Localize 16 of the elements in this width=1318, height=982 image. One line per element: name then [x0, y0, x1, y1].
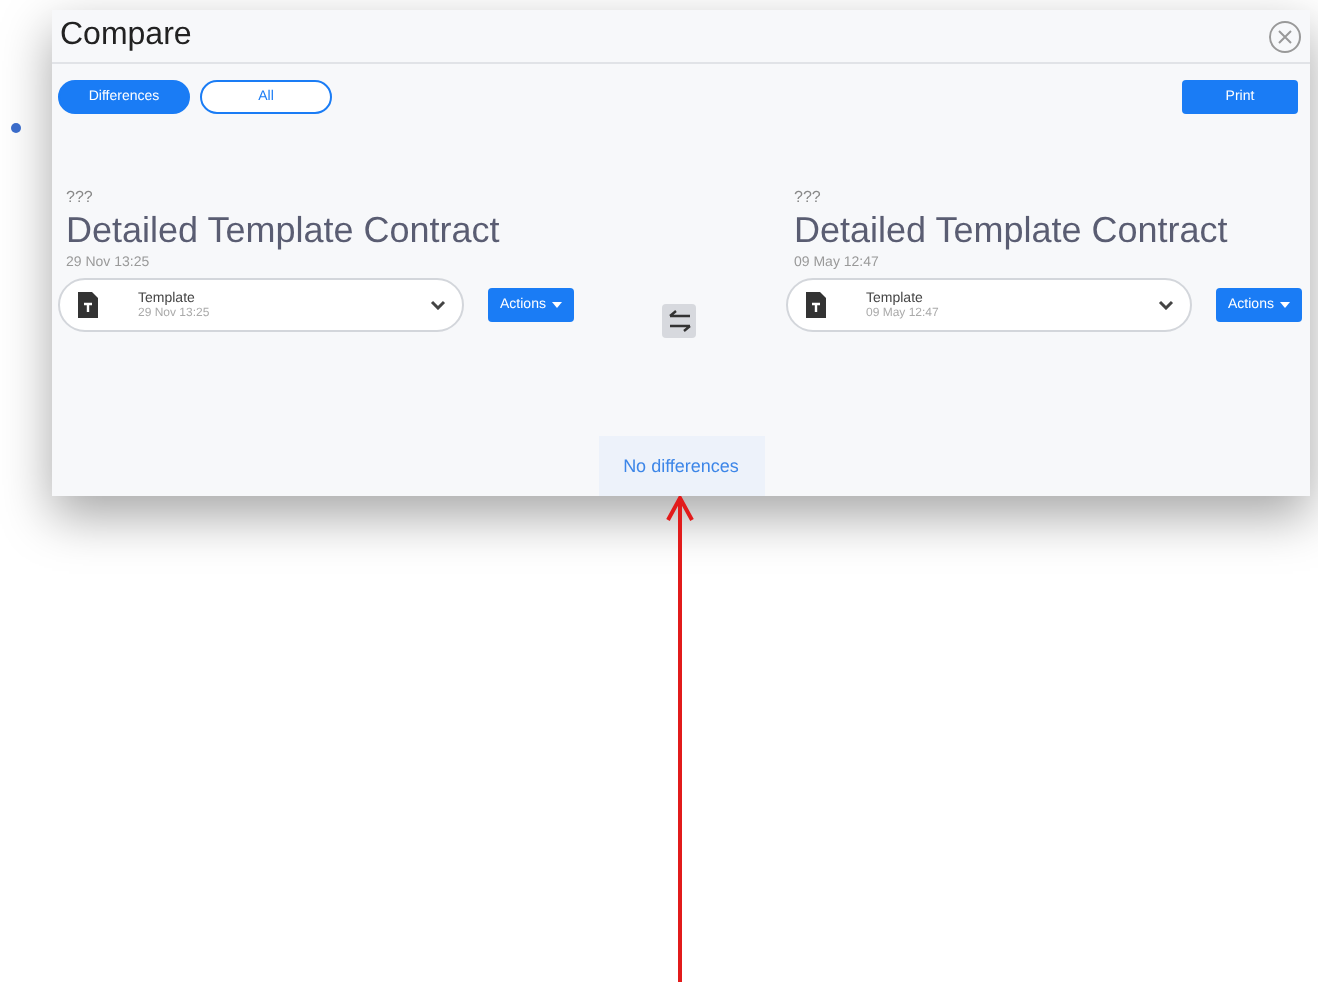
chevron-down-icon — [1158, 300, 1174, 310]
no-differences-message: No differences — [598, 436, 764, 496]
caret-icon — [551, 302, 562, 308]
chevron-down-icon — [430, 300, 446, 310]
swap-arrows-icon — [667, 310, 691, 332]
document-icon — [806, 292, 826, 318]
window-title: Compare — [60, 18, 192, 54]
annotation-dot — [10, 122, 22, 134]
document-title: Detailed Template Contract — [64, 210, 500, 252]
swap-button[interactable] — [662, 304, 696, 338]
close-icon[interactable] — [1268, 19, 1302, 53]
caret-icon — [1279, 302, 1290, 308]
version-label: ??? — [792, 188, 821, 206]
version-label: ??? — [64, 188, 93, 206]
document-title: Detailed Template Contract — [792, 210, 1228, 252]
document-icon — [78, 292, 98, 318]
